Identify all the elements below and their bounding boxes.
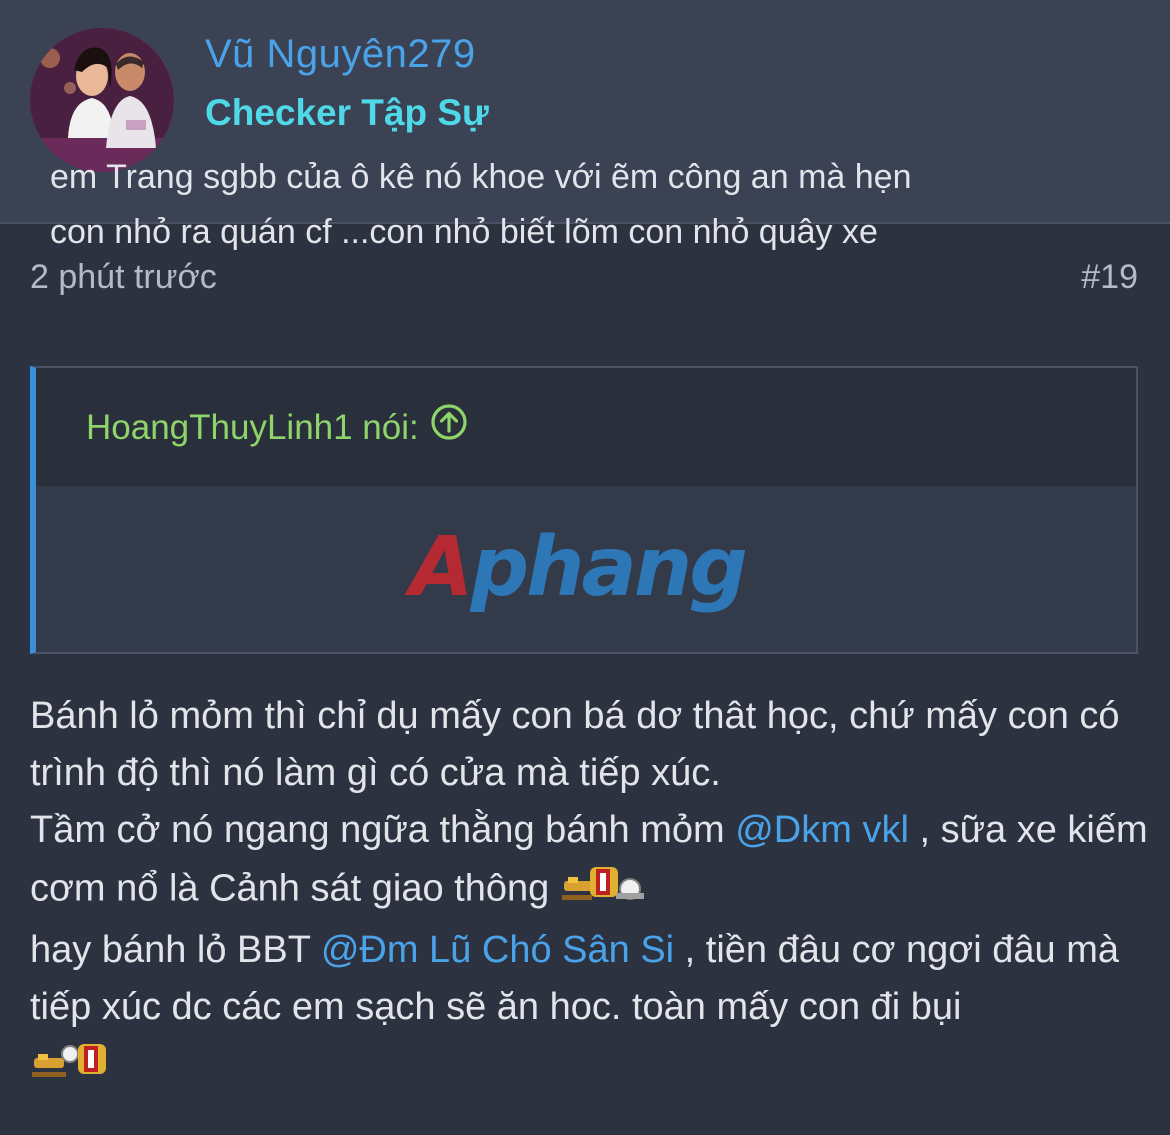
quote-line: em Trang sgbb của ô kê nó khoe với ẽm cô… — [50, 158, 912, 196]
post-number[interactable]: #19 — [1081, 258, 1138, 297]
user-title: Checker Tập Sự — [205, 92, 489, 133]
quote-author[interactable]: HoangThuyLinh1 nói: — [86, 408, 419, 447]
post-time[interactable]: 2 phút trước — [30, 258, 217, 297]
post-paragraph: Tầm cở nó ngang ngữa thằng bánh mỏm @Dkm… — [30, 802, 1150, 922]
post-paragraph: Bánh lỏ mỏm thì chỉ dụ mấy con bá dơ thâ… — [30, 695, 1120, 794]
quote-block: HoangThuyLinh1 nói: — [30, 366, 1138, 654]
quote-content: em Trang sgbb của ô kê nó khoe với ẽm cô… — [50, 150, 1060, 260]
user-mention[interactable]: @Đm Lũ Chó Sân Si — [321, 929, 674, 971]
post-paragraph — [30, 1036, 1150, 1099]
post-body: Bánh lỏ mỏm thì chỉ dụ mấy con bá dơ thâ… — [30, 688, 1150, 1099]
quote-line: con nhỏ ra quán cf ...con nhỏ biết lõm c… — [50, 213, 878, 251]
username[interactable]: Vũ Nguyên279 — [205, 32, 476, 77]
arrow-up-circle-icon[interactable] — [429, 402, 469, 451]
post-paragraph: hay bánh lỏ BBT @Đm Lũ Chó Sân Si , tiền… — [30, 929, 1119, 1028]
motorbike-emoji-icon — [560, 859, 648, 922]
quote-header: HoangThuyLinh1 nói: — [36, 368, 1136, 486]
user-mention[interactable]: @Dkm vkl — [735, 809, 909, 851]
quote-author-line[interactable]: HoangThuyLinh1 nói: — [86, 404, 469, 451]
motorbike-emoji-icon — [30, 1036, 118, 1099]
